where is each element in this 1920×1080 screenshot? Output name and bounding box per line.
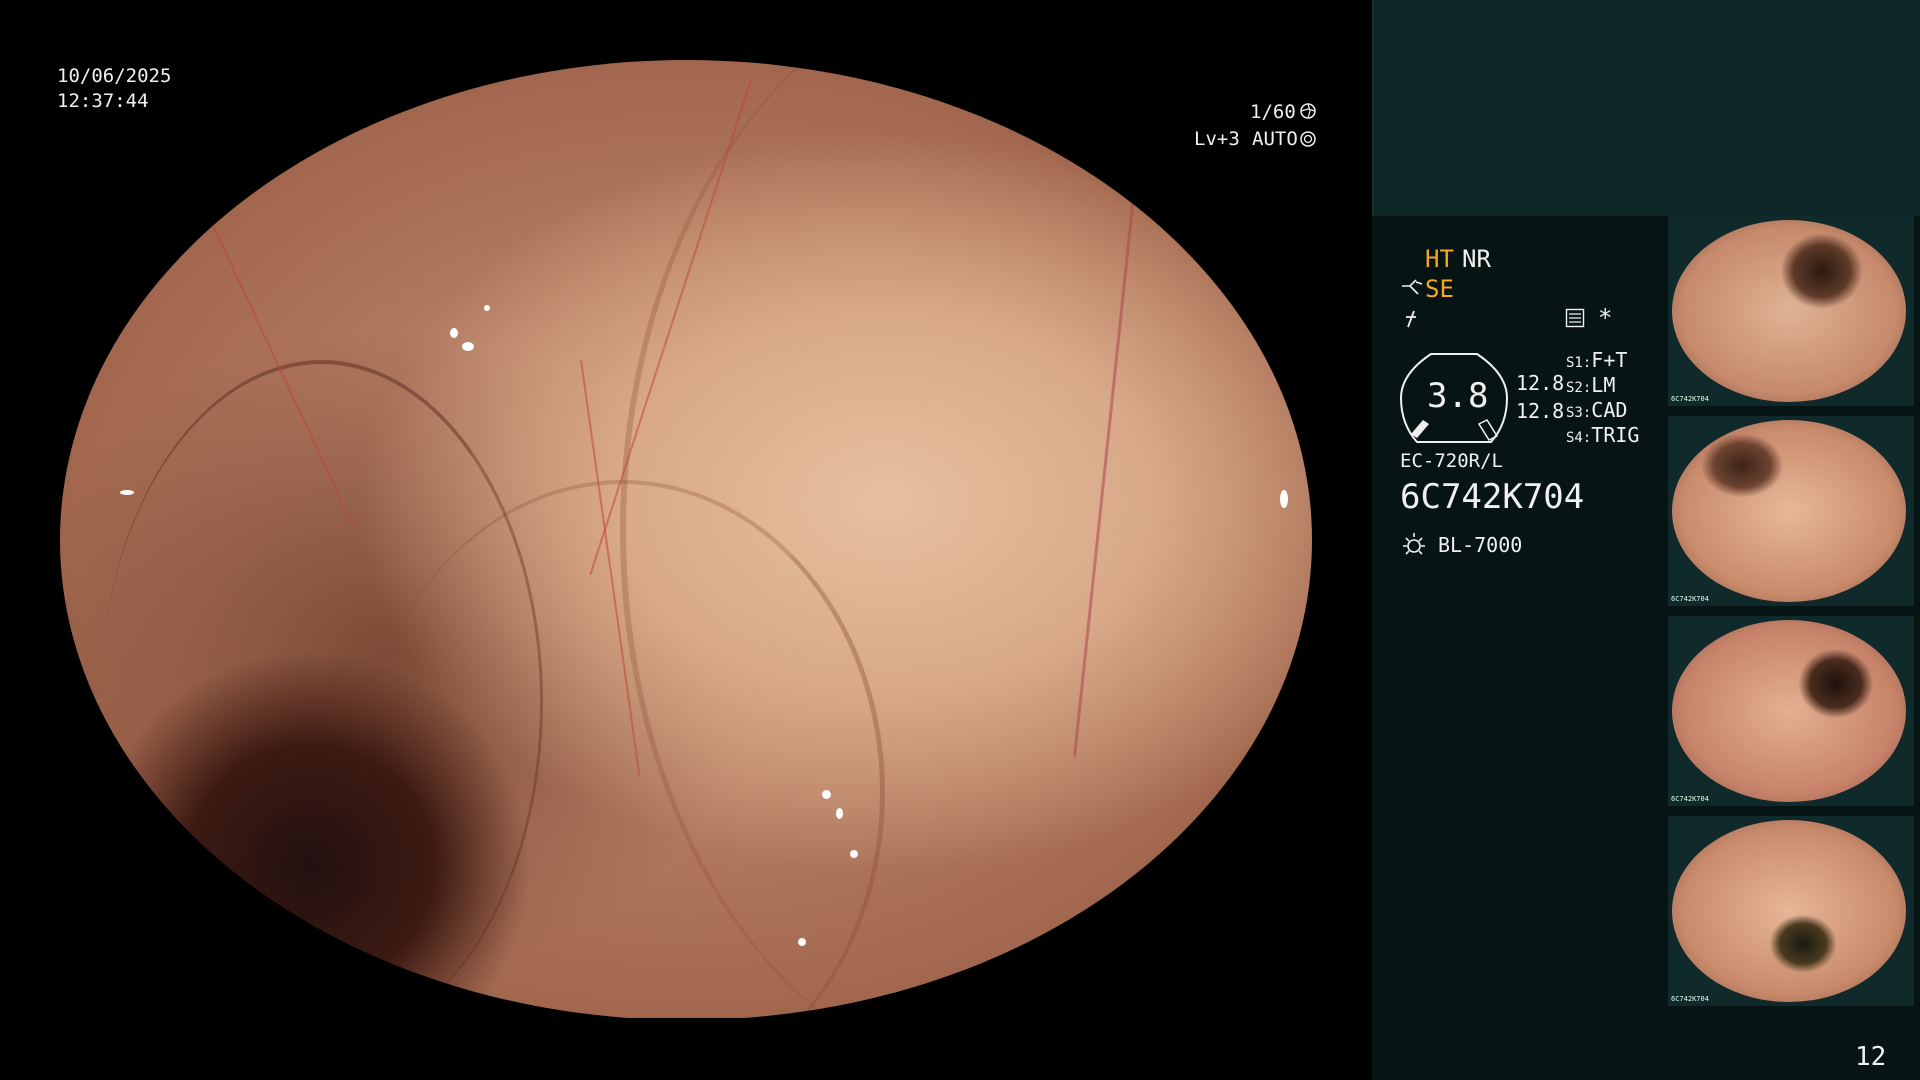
- switch-row: S3:CAD: [1566, 398, 1639, 423]
- page-number: 12: [1855, 1042, 1887, 1072]
- switch-value: CAD: [1591, 398, 1628, 422]
- ht-indicator: HT: [1425, 245, 1454, 273]
- captured-thumbnail[interactable]: 6C742K704: [1668, 816, 1914, 1006]
- asterisk-icon: *: [1598, 304, 1613, 332]
- switch-value: LM: [1591, 373, 1616, 397]
- iris-icon: [1300, 131, 1316, 147]
- switch-key: S4:: [1566, 430, 1592, 446]
- specular-highlight: [1280, 490, 1288, 508]
- thumbnail-serial: 6C742K704: [1671, 395, 1709, 403]
- scope-model: EC-720R/L: [1400, 450, 1503, 472]
- shutter-label: 1/60: [1250, 101, 1296, 123]
- specular-highlight: [484, 305, 490, 311]
- structure-enhance-icon: [1400, 278, 1424, 300]
- switch-value: TRIG: [1591, 423, 1640, 447]
- specular-highlight: [462, 342, 474, 351]
- date-label: 10/06/2025: [57, 65, 172, 87]
- endoscope-main-view: [60, 60, 1312, 1020]
- light-source-label: BL-7000: [1438, 533, 1523, 557]
- specular-highlight: [836, 808, 843, 819]
- thumbnail-serial: 6C742K704: [1671, 795, 1709, 803]
- meter-reading-upper: 12.8: [1516, 371, 1565, 395]
- mask-bottom: [0, 1018, 1372, 1080]
- switch-list: S1:F+T S2:LM S3:CAD S4:TRIG: [1566, 348, 1639, 448]
- thumbnail-image: [1672, 620, 1906, 802]
- specular-highlight: [450, 328, 458, 338]
- thumbnail-serial: 6C742K704: [1671, 995, 1709, 1003]
- mask-top: [0, 0, 1372, 60]
- nr-indicator: NR: [1462, 245, 1491, 273]
- specular-highlight: [822, 790, 831, 799]
- thumbnail-serial: 6C742K704: [1671, 595, 1709, 603]
- switch-value: F+T: [1591, 348, 1628, 372]
- panel-header-area: [1372, 0, 1920, 216]
- shutter-icon: [1300, 103, 1316, 119]
- captured-thumbnail[interactable]: 6C742K704: [1668, 616, 1914, 806]
- switch-key: S1:: [1566, 355, 1592, 371]
- flash-off-icon: [1402, 309, 1420, 329]
- specular-highlight: [798, 938, 806, 946]
- level-label: Lv+3: [1194, 128, 1240, 150]
- se-indicator: SE: [1425, 275, 1454, 303]
- switch-row: S1:F+T: [1566, 348, 1639, 373]
- meter-value: 3.8: [1427, 376, 1489, 416]
- switch-key: S2:: [1566, 380, 1592, 396]
- switch-key: S3:: [1566, 405, 1592, 421]
- thumbnail-image: [1672, 220, 1906, 402]
- iris-mode-label: AUTO: [1252, 128, 1298, 150]
- thumbnail-image: [1672, 420, 1906, 602]
- thumbnail-image: [1672, 820, 1906, 1002]
- captured-thumbnail[interactable]: 6C742K704: [1668, 416, 1914, 606]
- specular-highlight: [850, 850, 858, 858]
- scope-serial: 6C742K704: [1400, 477, 1585, 517]
- meter-reading-lower: 12.8: [1516, 399, 1565, 423]
- light-source-icon: [1400, 531, 1428, 559]
- captured-thumbnail[interactable]: 6C742K704: [1668, 216, 1914, 406]
- switch-row: S4:TRIG: [1566, 423, 1639, 448]
- settings-menu-icon: [1565, 308, 1585, 328]
- switch-row: S2:LM: [1566, 373, 1639, 398]
- time-label: 12:37:44: [57, 90, 149, 112]
- specular-highlight: [120, 490, 134, 495]
